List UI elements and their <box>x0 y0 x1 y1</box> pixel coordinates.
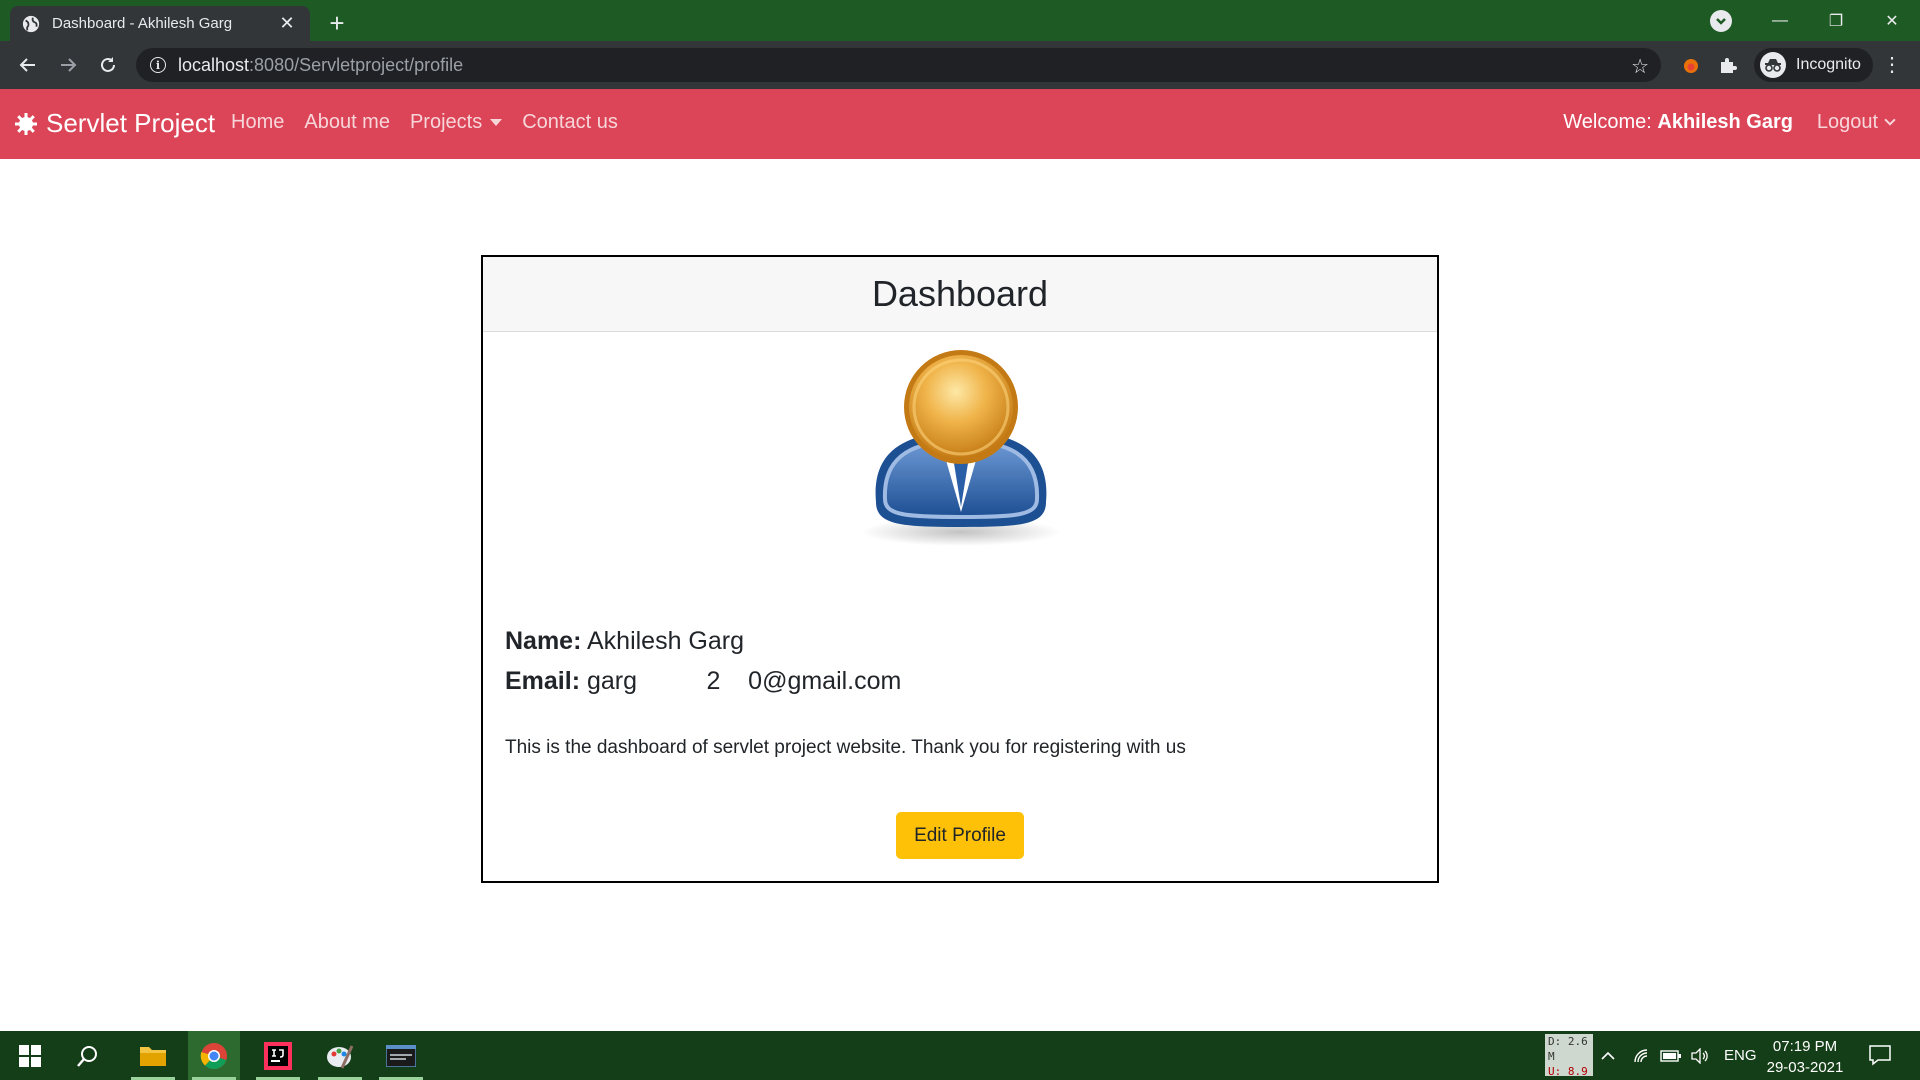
nav-projects-dropdown[interactable]: Projects <box>409 111 503 134</box>
tab-search-icon[interactable] <box>1710 10 1732 32</box>
address-bar[interactable]: i localhost:8080/Servletproject/profile … <box>136 48 1661 82</box>
logout-dropdown[interactable]: Logout <box>1816 111 1896 134</box>
nav-projects-label: Projects <box>409 111 483 133</box>
incognito-label: Incognito <box>1796 56 1861 73</box>
gear-icon <box>15 112 37 135</box>
restore-button[interactable]: ❐ <box>1808 0 1864 41</box>
minimize-button[interactable]: — <box>1752 0 1808 41</box>
tab-title: Dashboard - Akhilesh Garg <box>52 15 233 32</box>
incognito-icon <box>1760 52 1786 78</box>
nav-links: Home About me Projects Contact us <box>231 111 618 134</box>
nav-about[interactable]: About me <box>304 111 390 134</box>
network-upload: U: 8.9 K <box>1548 1065 1588 1078</box>
page-title: Dashboard <box>871 273 1049 314</box>
nav-home[interactable]: Home <box>231 111 284 134</box>
chevron-up-icon[interactable] <box>1600 1031 1616 1080</box>
email-line: Email: garg 2 0@gmail.com <box>505 667 901 696</box>
edit-profile-button[interactable]: Edit Profile <box>896 812 1024 859</box>
system-clock[interactable]: 07:19 PM 29-03-2021 <box>1755 1036 1855 1078</box>
notification-icon[interactable] <box>1868 1043 1892 1067</box>
clock-date: 29-03-2021 <box>1766 1059 1844 1076</box>
nav-contact[interactable]: Contact us <box>522 111 618 134</box>
battery-icon[interactable] <box>1660 1031 1682 1080</box>
welcome-username: Akhilesh Garg <box>1657 111 1793 133</box>
paint-icon[interactable] <box>314 1031 366 1080</box>
url-path: :8080/Servletproject/profile <box>249 54 464 75</box>
site-navbar: Servlet Project Home About me Projects C… <box>0 89 1920 159</box>
welcome-text: Welcome: Akhilesh Garg <box>1563 111 1793 134</box>
forward-arrow-icon[interactable] <box>54 51 82 79</box>
window-controls: — ❐ ✕ <box>1752 0 1920 41</box>
network-download: D: 2.6 M <box>1548 1035 1588 1063</box>
intellij-icon[interactable] <box>252 1031 304 1080</box>
caret-down-icon <box>490 119 503 127</box>
welcome-prefix: Welcome: <box>1563 111 1658 133</box>
brand-name: Servlet Project <box>46 108 216 138</box>
dashboard-description: This is the dashboard of servlet project… <box>505 737 1186 758</box>
user-avatar-icon <box>861 350 1061 546</box>
name-value: Akhilesh Garg <box>581 627 745 655</box>
card-header: Dashboard <box>483 257 1437 332</box>
star-icon[interactable]: ☆ <box>1631 54 1649 79</box>
puzzle-icon[interactable] <box>1716 53 1740 77</box>
wifi-icon[interactable] <box>1633 1031 1651 1080</box>
logout-label: Logout <box>1816 111 1878 133</box>
browser-tabstrip: Dashboard - Akhilesh Garg ✕ + — ❐ ✕ <box>0 0 1920 41</box>
windows-taskbar: D: 2.6 M U: 8.9 K ENG 07:19 PM 29-03-202… <box>0 1031 1920 1080</box>
dashboard-card: Dashboard Name: Akhilesh Garg Email: gar… <box>481 255 1439 883</box>
speaker-icon[interactable] <box>1690 1031 1710 1080</box>
language-indicator[interactable]: ENG <box>1724 1031 1757 1080</box>
kebab-menu-icon[interactable]: ⋮ <box>1880 53 1904 77</box>
email-value: garg 2 0@gmail.com <box>580 667 902 695</box>
browser-toolbar: i localhost:8080/Servletproject/profile … <box>0 41 1920 89</box>
info-icon[interactable]: i <box>150 57 166 73</box>
network-monitor: D: 2.6 M U: 8.9 K <box>1545 1034 1593 1078</box>
incognito-badge[interactable]: Incognito <box>1754 48 1873 82</box>
globe-icon <box>22 15 40 32</box>
new-tab-button[interactable]: + <box>322 8 352 38</box>
reload-icon[interactable] <box>94 51 122 79</box>
chrome-icon[interactable] <box>188 1031 240 1080</box>
clock-time: 07:19 PM <box>1772 1038 1838 1055</box>
search-icon[interactable] <box>62 1031 114 1080</box>
name-line: Name: Akhilesh Garg <box>505 627 744 656</box>
brand-link[interactable]: Servlet Project <box>14 108 215 139</box>
close-tab-icon[interactable]: ✕ <box>276 13 298 35</box>
windows-start-icon[interactable] <box>4 1031 56 1080</box>
file-explorer-icon[interactable] <box>127 1031 179 1080</box>
email-label: Email: <box>505 667 581 695</box>
back-arrow-icon[interactable] <box>14 51 42 79</box>
mysql-icon[interactable] <box>375 1031 427 1080</box>
close-window-button[interactable]: ✕ <box>1864 0 1920 41</box>
extension-fire-icon[interactable] <box>1679 53 1703 77</box>
url-host: localhost <box>178 54 250 75</box>
browser-tab[interactable]: Dashboard - Akhilesh Garg ✕ <box>10 6 310 41</box>
chevron-down-icon <box>1884 114 1896 126</box>
name-label: Name: <box>505 627 582 655</box>
